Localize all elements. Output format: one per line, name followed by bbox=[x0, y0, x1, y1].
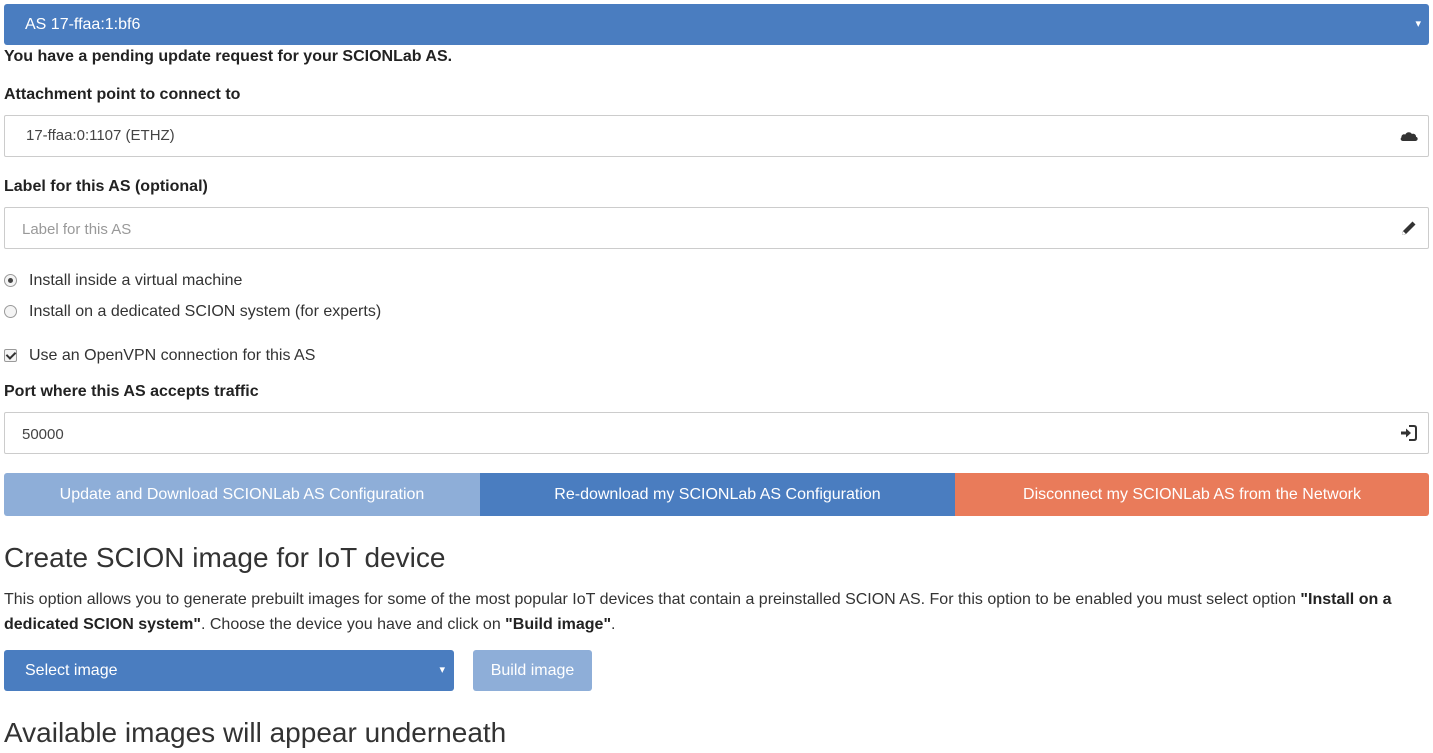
build-image-button[interactable]: Build image bbox=[473, 650, 592, 691]
available-images-title: Available images will appear underneath bbox=[4, 717, 507, 748]
attachment-point-select[interactable]: 17-ffaa:0:1107 (ETHZ) bbox=[4, 115, 1429, 157]
port-input[interactable] bbox=[20, 413, 1384, 455]
pencil-icon bbox=[1402, 221, 1416, 235]
install-dedicated-option[interactable]: Install on a dedicated SCION system (for… bbox=[4, 302, 424, 322]
redownload-config-button[interactable]: Re-download my SCIONLab AS Configuration bbox=[480, 473, 955, 516]
update-download-config-button[interactable]: Update and Download SCIONLab AS Configur… bbox=[4, 473, 480, 516]
sign-in-icon bbox=[1401, 425, 1417, 441]
openvpn-option[interactable]: Use an OpenVPN connection for this AS bbox=[4, 346, 404, 366]
pending-update-notice: You have a pending update request for yo… bbox=[4, 48, 453, 65]
chevron-down-icon: ▾ bbox=[439, 664, 445, 676]
attachment-point-label: Attachment point to connect to bbox=[4, 86, 241, 103]
port-field bbox=[4, 412, 1429, 455]
install-vm-radio[interactable] bbox=[4, 274, 17, 287]
as-selector[interactable]: AS 17-ffaa:1:bf6 ▾ bbox=[4, 4, 1429, 45]
install-dedicated-radio[interactable] bbox=[4, 305, 17, 318]
port-label: Port where this AS accepts traffic bbox=[4, 383, 259, 400]
install-dedicated-label: Install on a dedicated SCION system (for… bbox=[29, 303, 382, 320]
as-selector-value: AS 17-ffaa:1:bf6 bbox=[25, 16, 141, 33]
iot-desc-text-1: This option allows you to generate prebu… bbox=[4, 591, 1301, 608]
disconnect-as-button[interactable]: Disconnect my SCIONLab AS from the Netwo… bbox=[955, 473, 1429, 516]
openvpn-checkbox[interactable] bbox=[4, 349, 17, 362]
install-vm-option[interactable]: Install inside a virtual machine bbox=[4, 271, 404, 291]
cloud-icon bbox=[1400, 132, 1418, 141]
as-label-input[interactable] bbox=[20, 208, 1384, 250]
openvpn-label: Use an OpenVPN connection for this AS bbox=[29, 347, 316, 364]
attachment-point-value: 17-ffaa:0:1107 (ETHZ) bbox=[26, 127, 175, 144]
iot-desc-text-2: . Choose the device you have and click o… bbox=[200, 616, 506, 633]
as-label-field bbox=[4, 207, 1429, 250]
select-image-value: Select image bbox=[25, 662, 118, 679]
select-image-dropdown[interactable]: Select image ▾ bbox=[4, 650, 454, 691]
iot-desc-text-3: . bbox=[611, 616, 616, 633]
chevron-down-icon: ▾ bbox=[1415, 18, 1421, 30]
as-label-label: Label for this AS (optional) bbox=[4, 178, 208, 195]
iot-description: This option allows you to generate prebu… bbox=[4, 587, 1432, 637]
install-vm-label: Install inside a virtual machine bbox=[29, 272, 243, 289]
iot-desc-bold-2: "Build image" bbox=[505, 616, 612, 633]
iot-section-title: Create SCION image for IoT device bbox=[4, 542, 446, 573]
